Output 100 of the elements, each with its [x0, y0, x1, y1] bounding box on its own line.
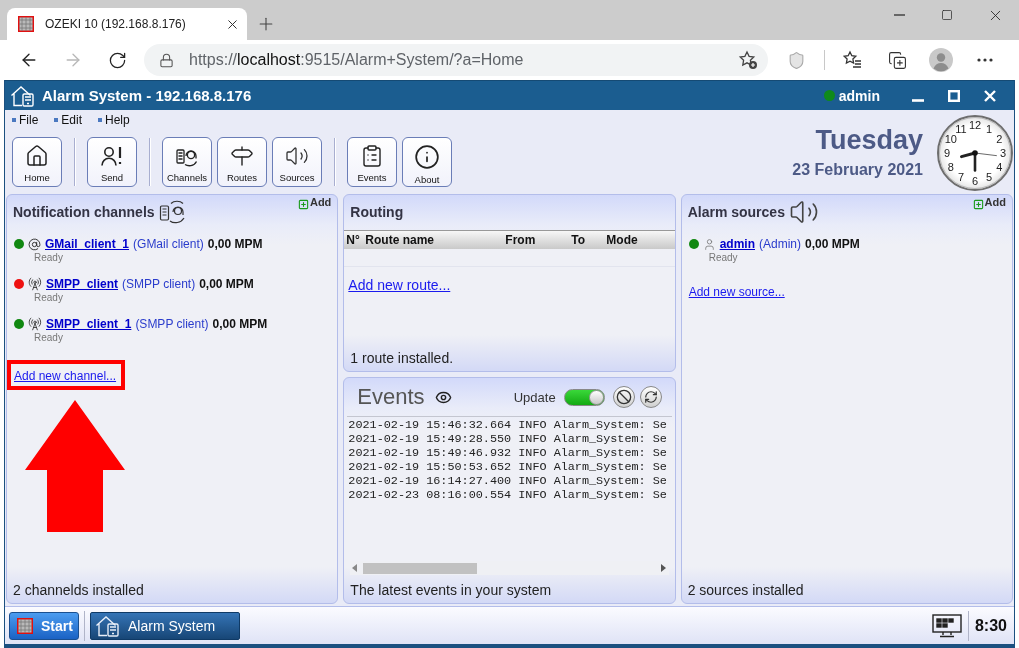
phone-headset-icon [158, 200, 187, 224]
footer-text: 2 channelds installed [12, 581, 145, 600]
clock-numeral: 8 [946, 162, 955, 172]
panel-title: Notification channels [13, 204, 155, 220]
clock-numeral: 9 [942, 148, 952, 158]
maximize-icon [948, 89, 960, 102]
clock-time: 8:30 [974, 616, 1007, 635]
star-plus-icon[interactable] [738, 50, 758, 70]
clock-numeral: 10 [943, 134, 958, 144]
about-button[interactable]: About [402, 137, 452, 187]
maximize-icon [941, 9, 953, 21]
minimize-icon [912, 99, 924, 102]
entry-link[interactable]: GMail_client_1 [45, 237, 130, 251]
events-button[interactable]: Events [347, 137, 397, 187]
clock-numeral: 5 [984, 172, 994, 183]
address-bar[interactable]: https://localhost:9515/Alarm+System/?a=Home [144, 44, 768, 76]
clock-numeral: 11 [954, 123, 968, 134]
log-line: 2021-02-23 08:16:00.554 INFO Alarm_System: Se [348, 488, 668, 502]
footer-text: 2 sources installed [686, 581, 805, 600]
person-alert-icon [100, 144, 124, 168]
panel-title: Routing [350, 204, 404, 220]
lock-icon [159, 52, 174, 68]
house-phone-icon [95, 613, 121, 638]
channels-button[interactable]: Channels [162, 137, 212, 187]
clock-numeral: 3 [998, 148, 1008, 158]
log-line: 2021-02-19 15:50:53.652 INFO Alarm_System: Se [348, 460, 668, 474]
at-sign-icon [28, 237, 41, 251]
bullet-icon [54, 118, 59, 122]
scroll-right-icon[interactable] [659, 564, 666, 572]
entry-link[interactable]: admin [719, 237, 755, 251]
refresh-button[interactable] [639, 386, 662, 408]
type-text: (Admin) [759, 237, 801, 251]
scrollbar-thumb[interactable] [363, 562, 478, 574]
add-link[interactable]: Add new channel... [14, 369, 117, 383]
rate-text: 0,00 MPM [805, 237, 860, 251]
speaker-icon [285, 144, 309, 168]
start-button[interactable]: Start [9, 611, 79, 640]
status-text: Ready [33, 332, 64, 344]
clock-numeral: 12 [968, 120, 982, 130]
update-label: Update [513, 389, 556, 405]
status-text: Ready [33, 252, 64, 264]
events-title: Events [357, 384, 425, 410]
taskbar-button[interactable]: Alarm System [90, 611, 240, 640]
bullet-icon [98, 118, 103, 122]
monitor-icon[interactable] [931, 613, 962, 638]
type-text: (GMail client) [133, 237, 204, 251]
add-link[interactable]: Add new source... [688, 285, 785, 299]
browser-tab[interactable]: OZEKI 10 (192.168.8.176) [7, 8, 247, 40]
log-line: 2021-02-19 15:49:28.550 INFO Alarm_System: Se [348, 432, 668, 446]
more-icon [977, 58, 993, 62]
star-list-icon [843, 50, 863, 70]
entry-link[interactable]: SMPP_client [46, 277, 119, 291]
add-button[interactable]: Add [972, 196, 1006, 210]
reload-icon [107, 50, 127, 70]
ban-icon [615, 389, 632, 405]
plus-icon [297, 199, 309, 210]
menu-item[interactable]: Edit [54, 113, 83, 127]
bullet-icon [12, 118, 16, 122]
clock-numeral: 2 [995, 134, 1004, 144]
scroll-left-icon[interactable] [352, 564, 359, 572]
column-header: From [505, 233, 537, 247]
status-text: Ready [33, 292, 64, 304]
grid-icon [17, 617, 33, 634]
log-line: 2021-02-19 15:49:46.932 INFO Alarm_System: Se [348, 446, 668, 460]
notepad-icon [360, 144, 384, 168]
antenna-icon [28, 277, 42, 291]
add-link[interactable]: Add new route... [348, 277, 451, 293]
tab-title: OZEKI 10 (192.168.8.176) [45, 17, 187, 31]
plus-icon [972, 199, 984, 210]
house-phone-icon [10, 83, 36, 108]
avatar-icon [929, 48, 953, 72]
send-button[interactable]: Send [87, 137, 137, 187]
footer-text: The latest events in your system [349, 581, 553, 600]
refresh-icon [643, 390, 658, 404]
log-line: 2021-02-19 16:14:27.400 INFO Alarm_System: Se [348, 474, 668, 488]
routes-button[interactable]: Routes [217, 137, 267, 187]
sources-button[interactable]: Sources [272, 137, 322, 187]
user-name: admin [838, 87, 880, 104]
menu-item[interactable]: File [12, 113, 39, 127]
rate-text: 0,00 MPM [212, 317, 268, 331]
minimize-icon [893, 14, 905, 16]
url-text: https://localhost:9515/Alarm+System/?a=Home [189, 51, 525, 69]
clock-numeral: 7 [956, 172, 966, 183]
status-text: Ready [707, 252, 739, 264]
update-toggle[interactable] [563, 388, 605, 406]
clock-numeral: 4 [995, 162, 1004, 172]
signpost-icon [230, 144, 254, 168]
collections-icon [887, 50, 907, 70]
clock-numeral: 6 [970, 176, 980, 186]
clear-button[interactable] [612, 386, 635, 408]
column-header: N° [346, 233, 361, 247]
add-button[interactable]: Add [297, 196, 332, 210]
info-icon [414, 144, 440, 170]
home-button[interactable]: Home [12, 137, 62, 187]
entry-link[interactable]: SMPP_client_1 [46, 317, 132, 331]
menu-item[interactable]: Help [98, 113, 130, 127]
grid-icon [18, 16, 34, 32]
panel-title: Alarm sources [687, 204, 785, 220]
rate-text: 0,00 MPM [199, 277, 254, 291]
user-icon [702, 237, 716, 251]
